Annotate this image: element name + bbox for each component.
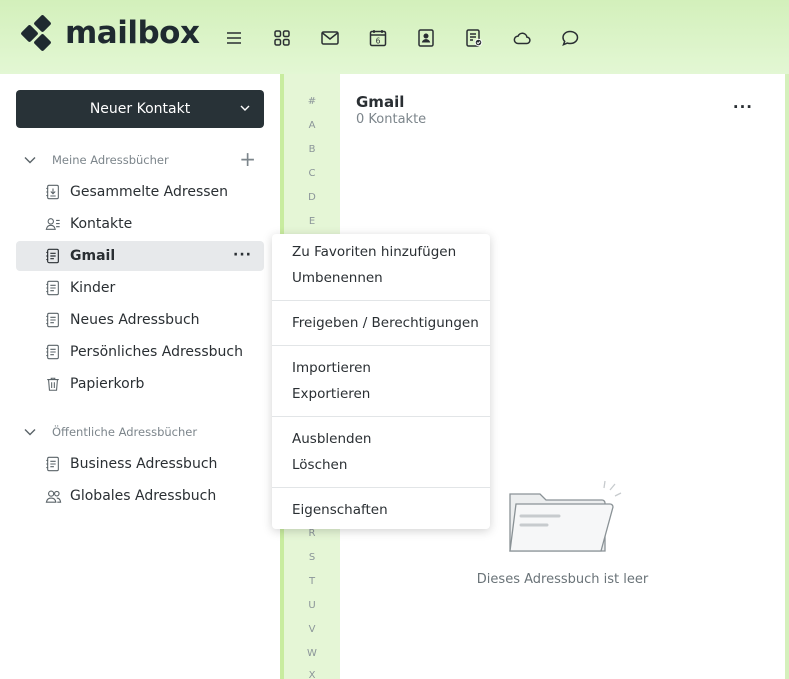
alphabet-letter[interactable]: R <box>284 528 340 539</box>
sidebar-item-new-addressbook[interactable]: Neues Adressbuch <box>16 305 264 335</box>
sidebar-item-label: Globales Adressbuch <box>70 488 217 504</box>
sidebar-item-label: Persönliches Adressbuch <box>70 344 243 360</box>
context-menu: Zu Favoriten hinzufügen Umbenennen Freig… <box>272 234 490 529</box>
contact-count: 0 Kontakte <box>356 112 427 127</box>
chat-icon[interactable] <box>558 26 582 50</box>
menu-divider <box>272 416 490 417</box>
section-my-addressbooks[interactable]: Meine Adressbücher + <box>22 149 262 170</box>
menu-divider <box>272 300 490 301</box>
mailbox-logo[interactable]: mailbox <box>19 14 200 52</box>
empty-state-text: Dieses Adressbuch ist leer <box>476 572 649 587</box>
addressbook-icon <box>44 343 62 361</box>
alphabet-letter[interactable]: X <box>284 670 340 679</box>
alphabet-letter[interactable]: A <box>284 120 340 131</box>
section-public-addressbooks-label: Öffentliche Adressbücher <box>52 425 198 439</box>
menu-icon[interactable] <box>222 26 246 50</box>
sidebar-item-label: Business Adressbuch <box>70 456 218 472</box>
menu-divider <box>272 487 490 488</box>
chevron-down-icon[interactable] <box>238 101 252 115</box>
alphabet-letter[interactable]: D <box>284 192 340 203</box>
add-addressbook-icon[interactable]: + <box>239 149 256 169</box>
menu-item-export[interactable]: Exportieren <box>292 386 370 402</box>
sidebar-item-label: Kinder <box>70 280 116 296</box>
sidebar-item-business-addressbook[interactable]: Business Adressbuch <box>16 449 264 479</box>
addressbook-icon <box>44 455 62 473</box>
more-options-icon[interactable]: ··· <box>733 98 753 116</box>
menu-item-delete[interactable]: Löschen <box>292 457 347 473</box>
chevron-down-icon[interactable] <box>22 152 38 168</box>
addressbook-icon <box>44 279 62 297</box>
alphabet-letter[interactable]: S <box>284 552 340 563</box>
menu-item-properties[interactable]: Eigenschaften <box>292 502 388 518</box>
sidebar-item-contacts[interactable]: Kontakte <box>16 209 264 239</box>
addressbook-icon <box>44 311 62 329</box>
top-bar: mailbox 6 <box>0 0 789 74</box>
chevron-down-icon[interactable] <box>22 424 38 440</box>
menu-item-share[interactable]: Freigeben / Berechtigungen <box>292 315 479 331</box>
logo-mark-icon <box>21 15 51 51</box>
addressbook-icon <box>44 247 62 265</box>
brand-name: mailbox <box>65 15 200 51</box>
group-icon <box>44 487 62 505</box>
tasks-icon[interactable] <box>462 26 486 50</box>
mail-icon[interactable] <box>318 26 342 50</box>
sidebar-item-kinder[interactable]: Kinder <box>16 273 264 303</box>
alphabet-letter[interactable]: C <box>284 168 340 179</box>
more-options-icon[interactable]: ··· <box>233 247 252 263</box>
alphabet-letter[interactable]: W <box>284 648 340 659</box>
menu-item-rename[interactable]: Umbenennen <box>292 270 383 286</box>
sidebar-item-global-addressbook[interactable]: Globales Adressbuch <box>16 481 264 511</box>
sidebar-item-label: Gmail <box>70 248 116 264</box>
new-contact-label: Neuer Kontakt <box>89 101 191 117</box>
sidebar-item-trash[interactable]: Papierkorb <box>16 369 264 399</box>
calendar-day: 6 <box>376 36 381 45</box>
menu-item-add-favorite[interactable]: Zu Favoriten hinzufügen <box>292 244 456 260</box>
alphabet-letter[interactable]: B <box>284 144 340 155</box>
empty-folder-icon <box>509 480 622 552</box>
menu-item-import[interactable]: Importieren <box>292 360 371 376</box>
right-edge <box>785 74 789 679</box>
alphabet-letter[interactable]: # <box>284 96 340 107</box>
apps-grid-icon[interactable] <box>270 26 294 50</box>
section-my-addressbooks-label: Meine Adressbücher <box>52 153 169 167</box>
page-title: Gmail <box>356 93 405 111</box>
sidebar-item-collected-addresses[interactable]: Gesammelte Adressen <box>16 177 264 207</box>
top-navigation: 6 <box>222 26 606 50</box>
sidebar-item-label: Neues Adressbuch <box>70 312 200 328</box>
section-public-addressbooks[interactable]: Öffentliche Adressbücher <box>22 422 262 442</box>
alphabet-letter[interactable]: U <box>284 600 340 611</box>
sidebar-item-gmail[interactable]: Gmail ··· <box>16 241 264 271</box>
contacts-icon[interactable] <box>414 26 438 50</box>
menu-divider <box>272 345 490 346</box>
collected-addresses-icon <box>44 183 62 201</box>
new-contact-button[interactable]: Neuer Kontakt <box>16 90 264 128</box>
sidebar-item-personal-addressbook[interactable]: Persönliches Adressbuch <box>16 337 264 367</box>
sidebar-item-label: Gesammelte Adressen <box>70 184 229 200</box>
sidebar-item-label: Kontakte <box>70 216 133 232</box>
alphabet-letter[interactable]: T <box>284 576 340 587</box>
cloud-icon[interactable] <box>510 26 534 50</box>
sidebar-item-label: Papierkorb <box>70 376 145 392</box>
calendar-icon[interactable]: 6 <box>366 26 390 50</box>
menu-item-hide[interactable]: Ausblenden <box>292 431 371 447</box>
alphabet-letter[interactable]: V <box>284 624 340 635</box>
trash-icon <box>44 375 62 393</box>
alphabet-letter[interactable]: E <box>284 216 340 227</box>
sidebar: Neuer Kontakt Meine Adressbücher + Gesam… <box>0 74 280 679</box>
contacts-list-icon <box>44 215 62 233</box>
